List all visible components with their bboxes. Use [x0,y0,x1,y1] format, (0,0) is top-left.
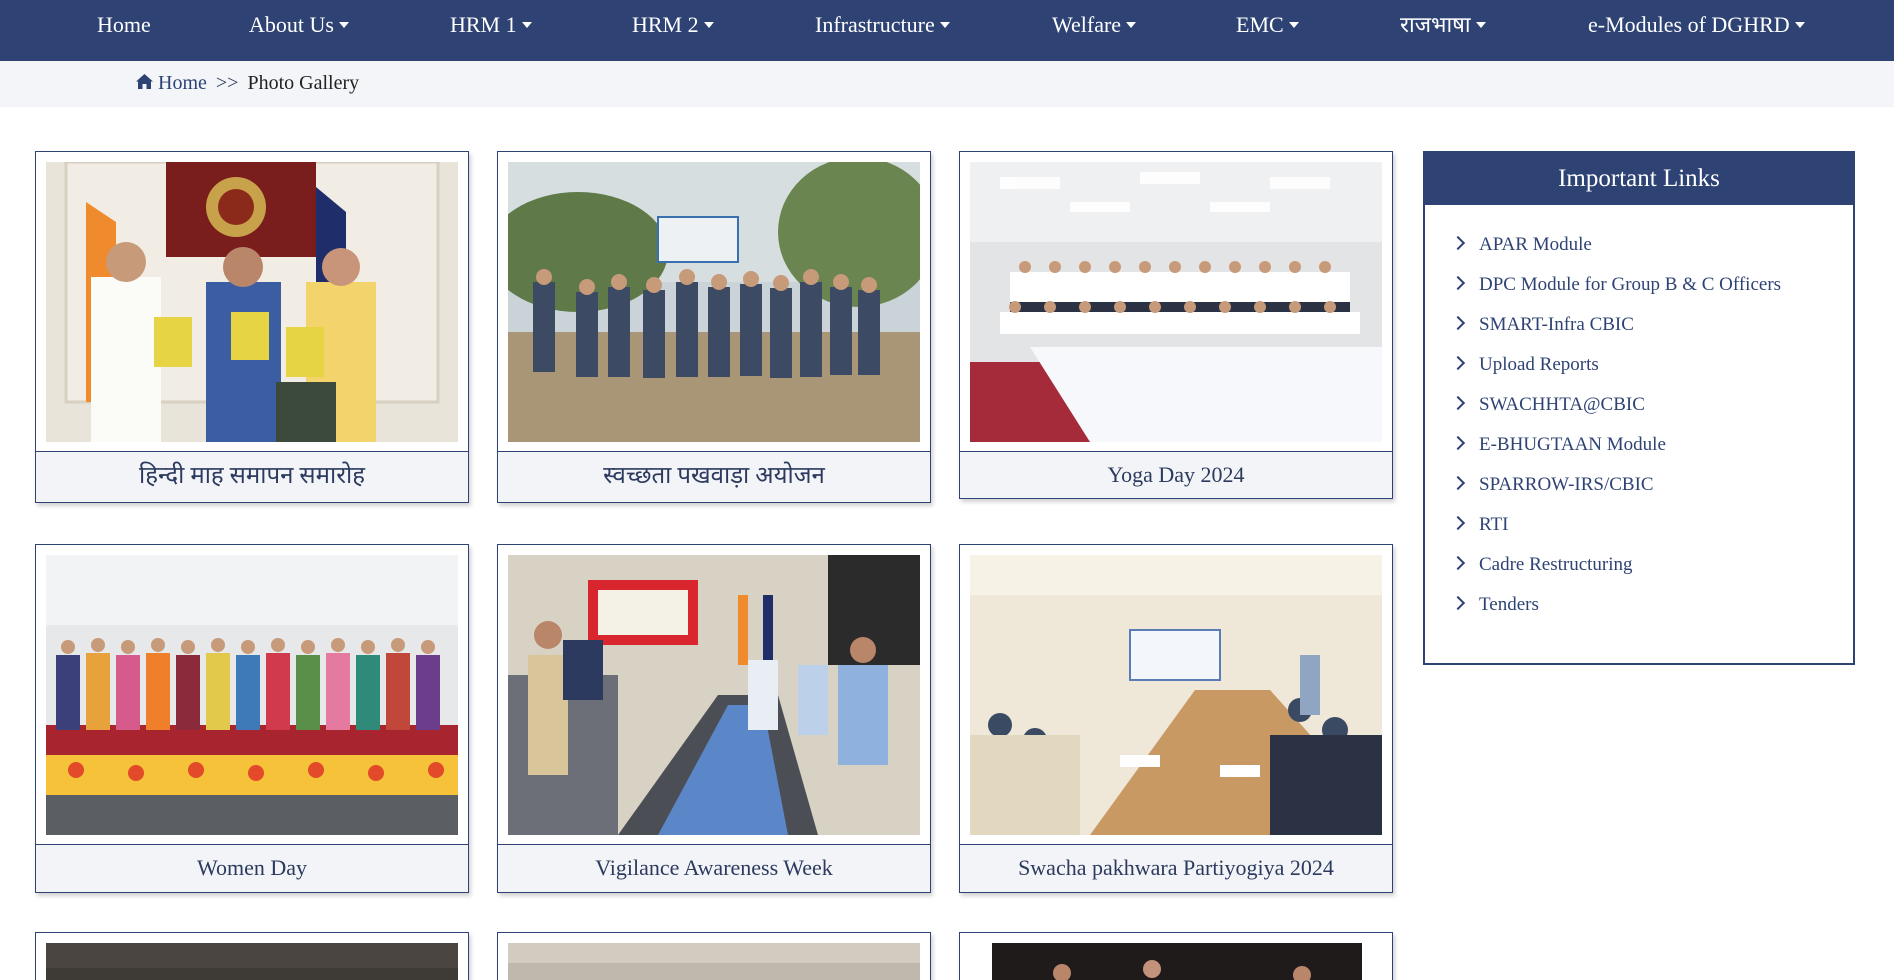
link-item[interactable]: DPC Module for Group B & C Officers [1425,265,1853,305]
nav-welfare[interactable]: Welfare [1052,0,1137,50]
caret-down-icon [1288,22,1299,28]
link-item[interactable]: SPARROW-IRS/CBIC [1425,465,1853,505]
link-label: Tenders [1479,594,1539,615]
gallery-caption: Swacha pakhwara Partiyogiya 2024 [960,844,1392,892]
chevron-right-icon [1450,315,1466,331]
chevron-right-icon [1450,275,1466,291]
breadcrumb-home-link[interactable]: Home [158,72,207,94]
gallery-photo [508,555,920,835]
gallery-photo [970,162,1382,442]
gallery-photo [46,162,458,442]
gallery-card[interactable] [497,932,931,980]
chevron-right-icon [1450,395,1466,411]
top-navbar: Home About Us HRM 1 HRM 2 Infrastructure… [0,0,1894,61]
gallery-card[interactable]: Vigilance Awareness Week [497,544,931,893]
nav-rajbhasha-label: राजभाषा [1400,12,1471,37]
nav-welfare-label: Welfare [1052,12,1122,37]
caret-down-icon [1126,22,1137,28]
nav-e-modules[interactable]: e-Modules of DGHRD [1588,0,1805,50]
important-links-list: APAR Module DPC Module for Group B & C O… [1425,205,1853,625]
gallery-card[interactable]: Women Day [35,544,469,893]
breadcrumb: Home >> Photo Gallery [135,72,359,95]
chevron-right-icon [1450,475,1466,491]
gallery-card[interactable]: Swacha pakhwara Partiyogiya 2024 [959,544,1393,893]
nav-infrastructure[interactable]: Infrastructure [815,0,950,50]
gallery-card[interactable] [959,932,1393,980]
caret-down-icon [703,22,714,28]
link-label: SMART-Infra CBIC [1479,314,1634,335]
gallery-caption: स्वच्छता पखवाड़ा अयोजन [498,451,930,502]
link-label: RTI [1479,514,1509,535]
link-item[interactable]: APAR Module [1425,225,1853,265]
nav-emc-label: EMC [1236,12,1284,37]
link-item[interactable]: SMART-Infra CBIC [1425,305,1853,345]
chevron-right-icon [1450,235,1466,251]
gallery-card[interactable]: हिन्दी माह समापन समारोह [35,151,469,503]
chevron-right-icon [1450,355,1466,371]
chevron-right-icon [1450,555,1466,571]
nav-home-label: Home [97,12,151,37]
nav-emc[interactable]: EMC [1236,0,1299,50]
caret-down-icon [1794,22,1805,28]
gallery-caption: Yoga Day 2024 [960,451,1392,498]
gallery-caption: हिन्दी माह समापन समारोह [36,451,468,502]
link-label: SWACHHTA@CBIC [1479,394,1645,415]
gallery-photo [970,555,1382,835]
link-label: APAR Module [1479,234,1592,255]
caret-down-icon [338,22,349,28]
link-item[interactable]: RTI [1425,505,1853,545]
link-item[interactable]: Upload Reports [1425,345,1853,385]
breadcrumb-current: Photo Gallery [247,72,360,94]
nav-e-modules-label: e-Modules of DGHRD [1588,12,1790,37]
link-item[interactable]: Tenders [1425,585,1853,625]
link-item[interactable]: Cadre Restructuring [1425,545,1853,585]
nav-infrastructure-label: Infrastructure [815,12,935,37]
chevron-right-icon [1450,435,1466,451]
link-label: Cadre Restructuring [1479,554,1633,575]
gallery-caption: Vigilance Awareness Week [498,844,930,892]
link-item[interactable]: SWACHHTA@CBIC [1425,385,1853,425]
nav-about-us[interactable]: About Us [249,0,349,50]
gallery-photo [46,555,458,835]
gallery-card[interactable]: Yoga Day 2024 [959,151,1393,499]
gallery-photo [992,943,1362,980]
gallery-photo [508,162,920,442]
caret-down-icon [521,22,532,28]
gallery-photo [46,943,458,980]
chevron-right-icon [1450,515,1466,531]
nav-hrm-1-label: HRM 1 [450,12,517,37]
chevron-right-icon [1450,595,1466,611]
link-label: Upload Reports [1479,354,1599,375]
nav-rajbhasha[interactable]: राजभाषा [1400,0,1486,50]
breadcrumb-bar: Home >> Photo Gallery [0,61,1894,107]
nav-hrm-2[interactable]: HRM 2 [632,0,714,50]
nav-hrm-1[interactable]: HRM 1 [450,0,532,50]
link-label: E-BHUGTAAN Module [1479,434,1666,455]
nav-home[interactable]: Home [97,0,151,50]
gallery-card[interactable]: स्वच्छता पखवाड़ा अयोजन [497,151,931,503]
link-label: SPARROW-IRS/CBIC [1479,474,1654,495]
home-icon [136,74,153,89]
caret-down-icon [1475,22,1486,28]
link-item[interactable]: E-BHUGTAAN Module [1425,425,1853,465]
important-links-panel: Important Links APAR Module DPC Module f… [1423,151,1855,665]
gallery-caption: Women Day [36,844,468,892]
caret-down-icon [939,22,950,28]
link-label: DPC Module for Group B & C Officers [1479,274,1782,295]
nav-about-us-label: About Us [249,12,334,37]
gallery-photo [508,943,920,980]
breadcrumb-separator: >> [215,72,239,94]
nav-hrm-2-label: HRM 2 [632,12,699,37]
gallery-card[interactable] [35,932,469,980]
important-links-title: Important Links [1425,153,1853,205]
